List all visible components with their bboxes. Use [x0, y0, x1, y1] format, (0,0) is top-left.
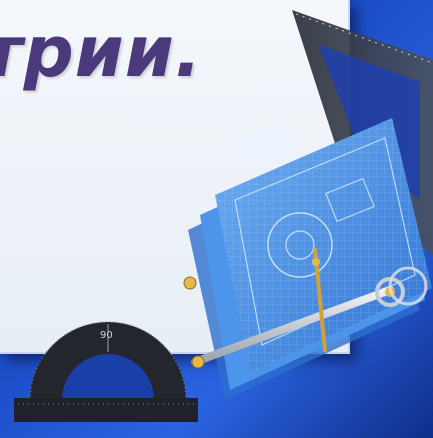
slide-scene: трии. 90: [0, 0, 433, 438]
protractor-icon: 90: [14, 321, 198, 422]
protractor-mark-90: 90: [100, 330, 113, 341]
blueprint-sheets-icon: [188, 118, 432, 400]
drafting-illustration: 90: [14, 10, 433, 422]
